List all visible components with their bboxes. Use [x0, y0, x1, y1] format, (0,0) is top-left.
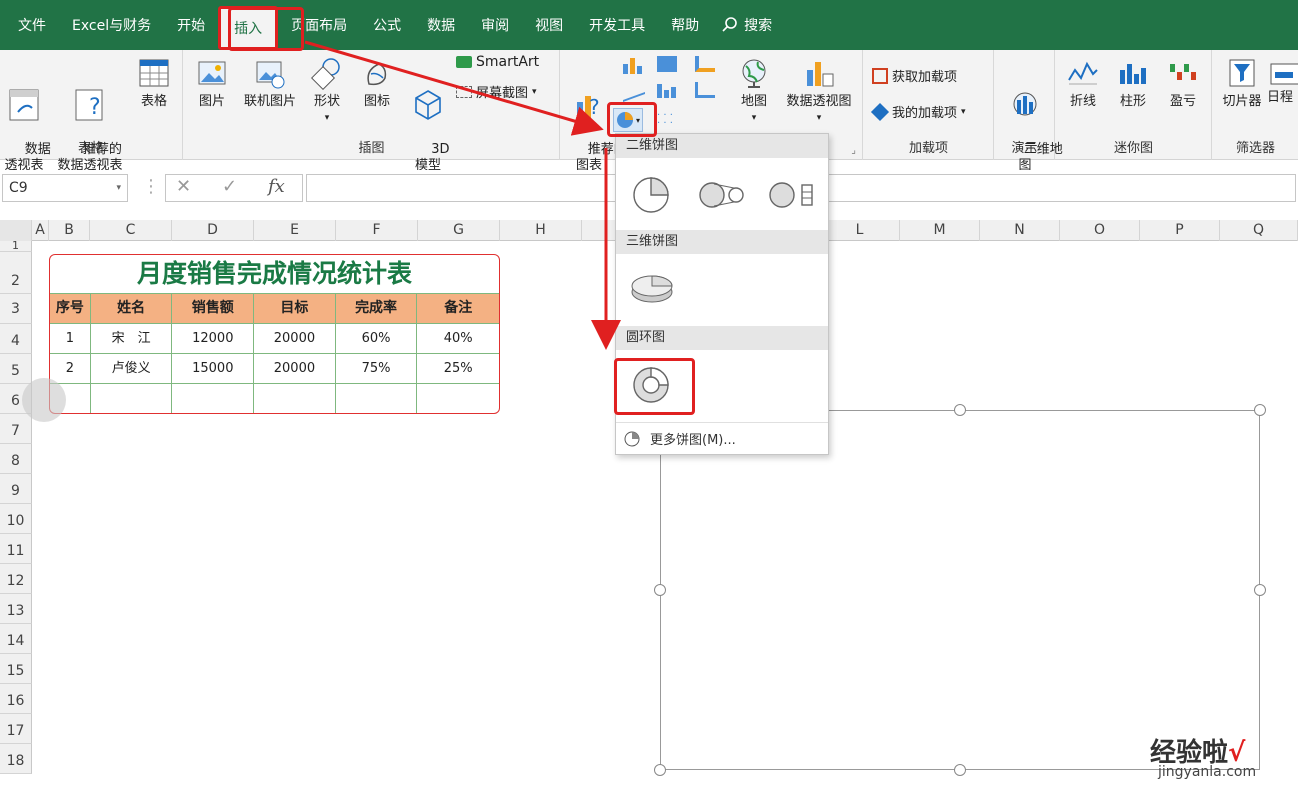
watermark-url: jingyanla.com — [1158, 764, 1257, 780]
arrow-annotations — [304, 40, 621, 350]
